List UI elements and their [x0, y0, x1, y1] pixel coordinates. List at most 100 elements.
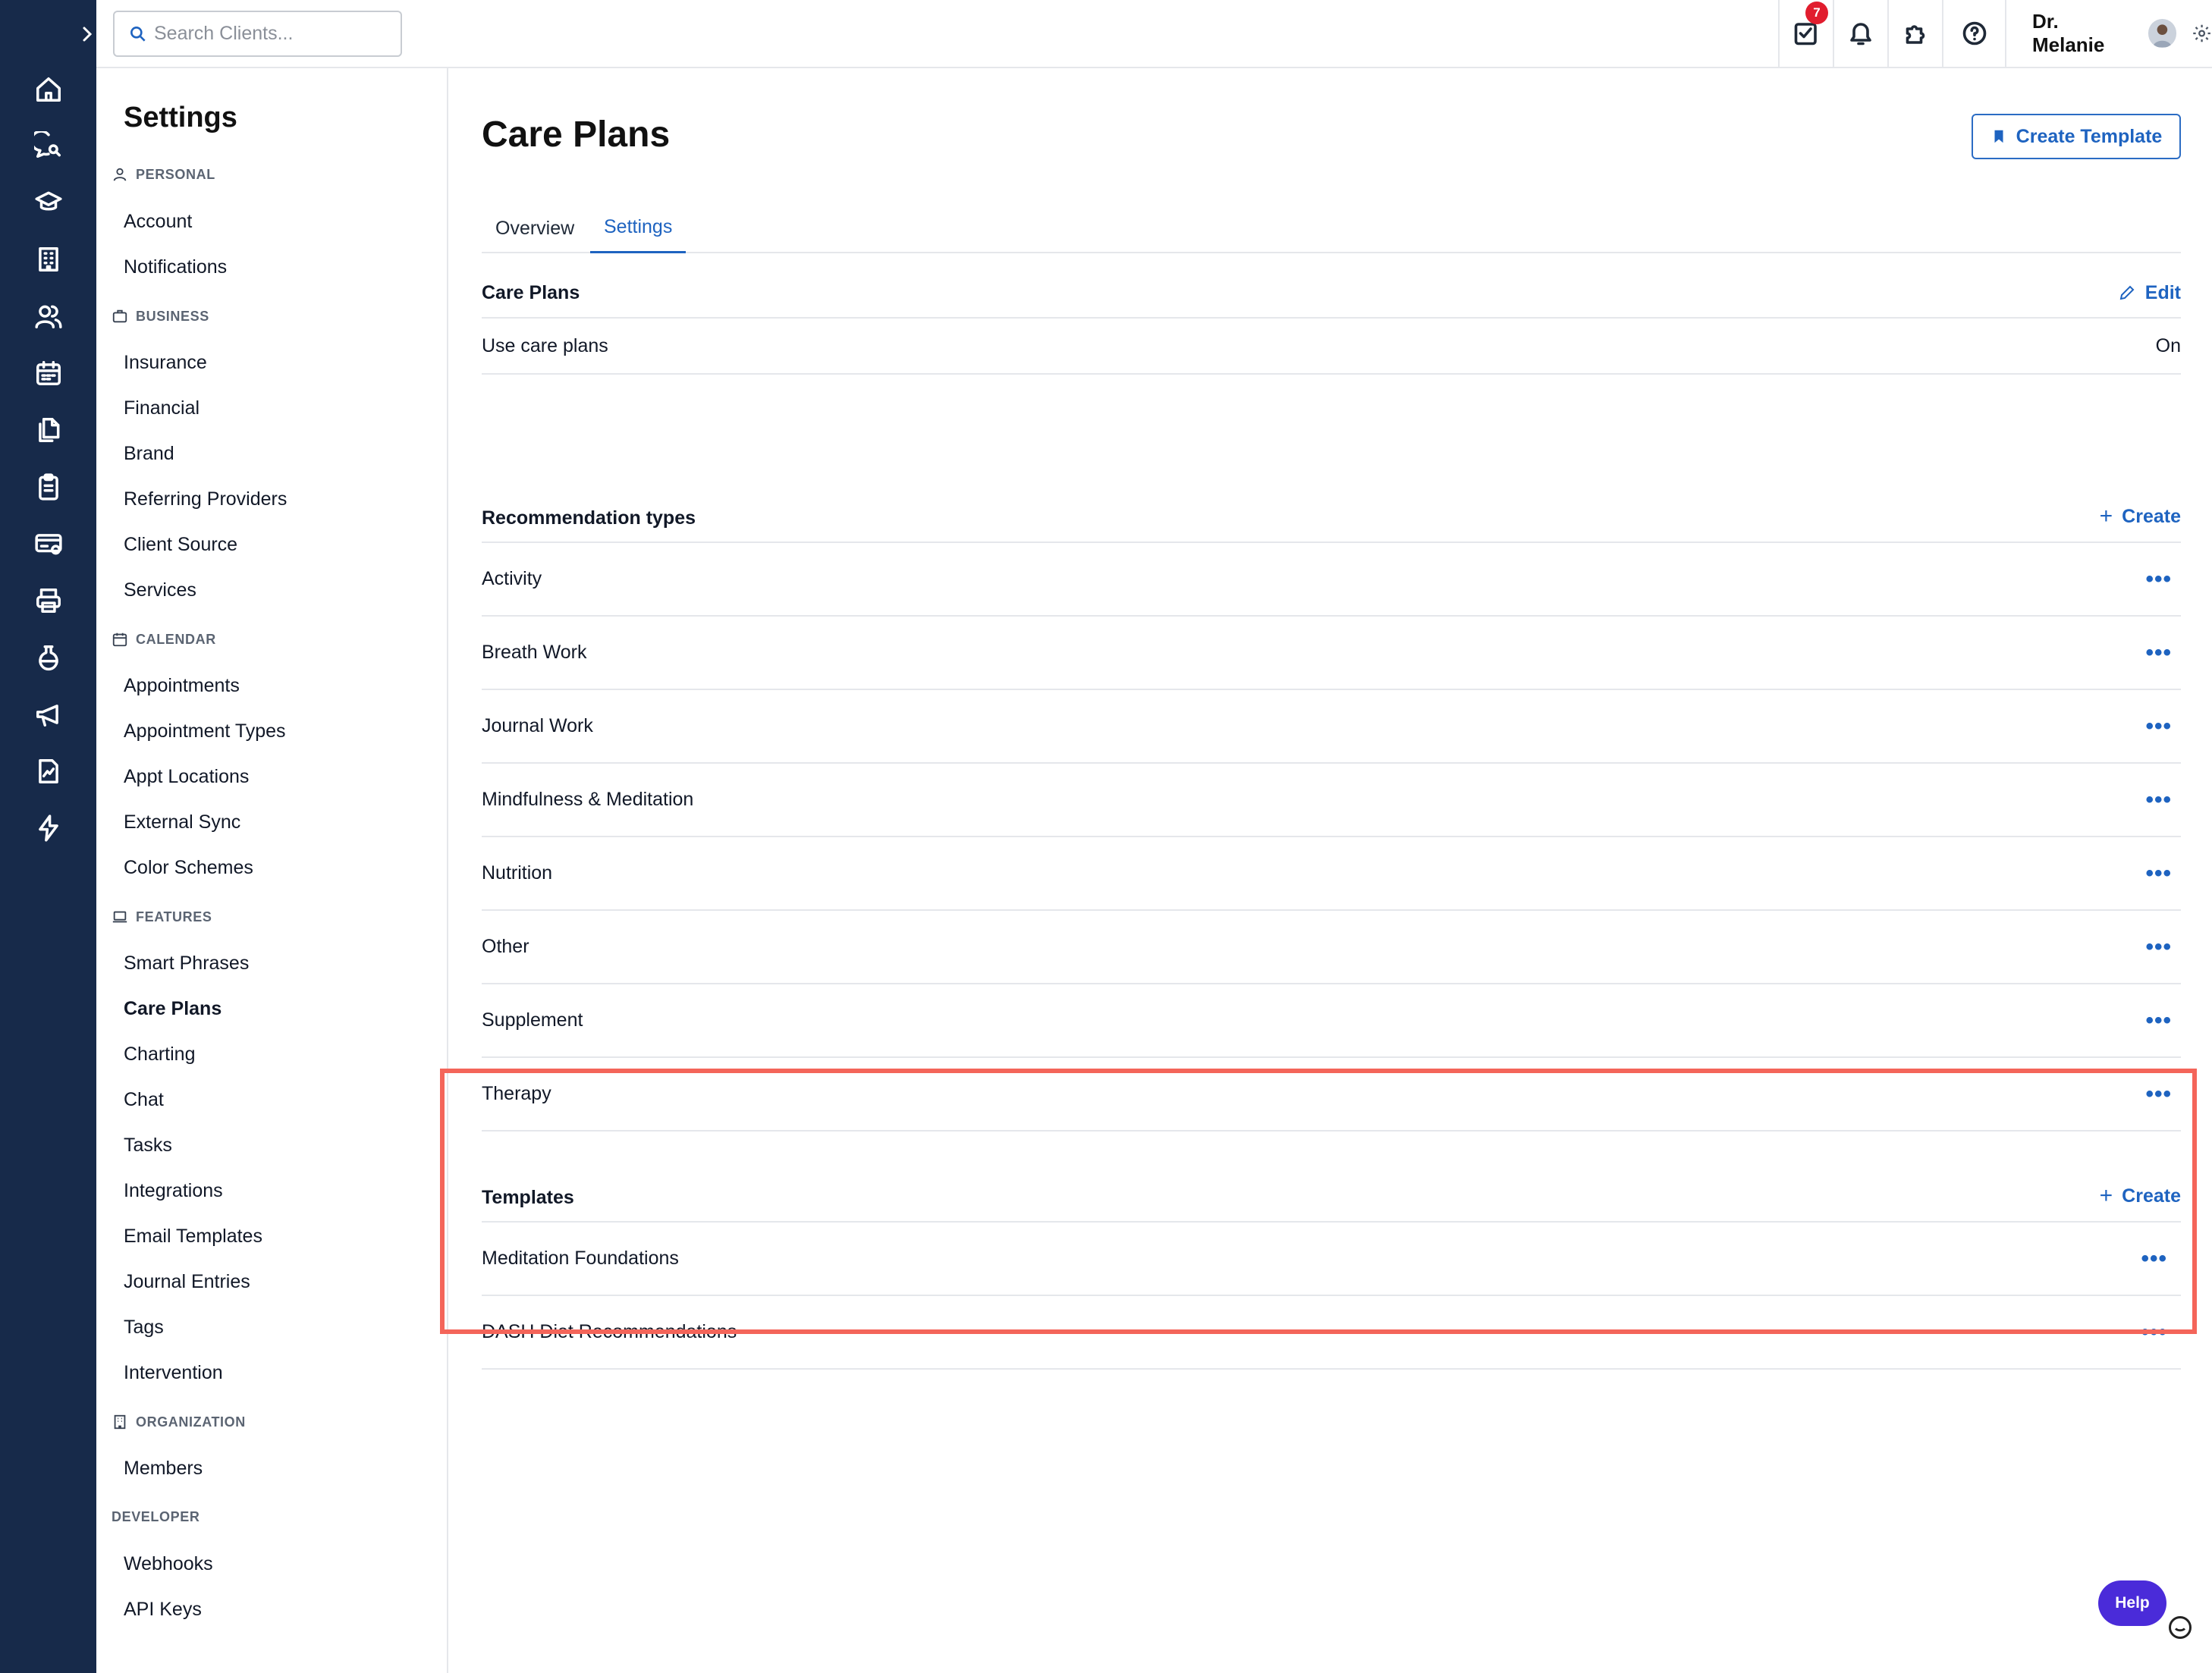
laptop-icon — [112, 911, 127, 923]
calendar-small-icon — [112, 632, 127, 647]
billing-icon[interactable] — [30, 526, 67, 562]
bookmark-icon — [1994, 130, 2003, 143]
question-circle-icon — [1962, 21, 1986, 46]
more-options-icon[interactable]: ••• — [2145, 934, 2172, 960]
create-template-button[interactable]: Create Template — [1972, 114, 2181, 159]
sidebar-item-api-keys[interactable]: API Keys — [124, 1599, 202, 1621]
chat-search-icon[interactable] — [30, 127, 67, 164]
sidebar-item-tasks[interactable]: Tasks — [124, 1135, 172, 1157]
page-title: Care Plans — [482, 115, 671, 155]
sidebar-item-financial[interactable]: Financial — [124, 397, 200, 419]
list-item[interactable]: Nutrition ••• — [482, 837, 2181, 911]
tasks-button[interactable]: 7 — [1778, 0, 1833, 67]
tab-settings[interactable]: Settings — [590, 203, 687, 253]
help-button[interactable]: Help — [2098, 1580, 2166, 1626]
sidebar-item-appointment-types[interactable]: Appointment Types — [124, 720, 286, 742]
sidebar-item-charting[interactable]: Charting — [124, 1044, 196, 1066]
edit-link[interactable]: Edit — [2118, 282, 2181, 304]
list-item[interactable]: Activity ••• — [482, 543, 2181, 617]
list-item[interactable]: Other ••• — [482, 911, 2181, 984]
lightning-icon[interactable] — [30, 810, 67, 846]
sidebar-item-insurance[interactable]: Insurance — [124, 352, 207, 374]
sidebar-item-tags[interactable]: Tags — [124, 1317, 164, 1339]
list-item[interactable]: Breath Work ••• — [482, 617, 2181, 690]
tasks-count-badge: 7 — [1805, 2, 1828, 24]
sidebar-item-intervention[interactable]: Intervention — [124, 1362, 223, 1384]
user-name: Dr. Melanie — [2032, 10, 2105, 56]
puzzle-icon — [1906, 25, 1925, 44]
more-options-icon[interactable]: ••• — [2145, 1008, 2172, 1034]
graduation-cap-icon[interactable] — [30, 184, 67, 221]
sidebar-item-external-sync[interactable]: External Sync — [124, 811, 240, 833]
sidebar-item-chat[interactable]: Chat — [124, 1089, 164, 1111]
sidebar-item-appt-locations[interactable]: Appt Locations — [124, 766, 249, 788]
settings-sidebar: Settings PERSONAL Account Notifications … — [96, 68, 448, 1673]
sidebar-item-notifications[interactable]: Notifications — [124, 256, 227, 278]
sidebar-item-webhooks[interactable]: Webhooks — [124, 1553, 213, 1575]
search-icon — [130, 27, 146, 42]
list-item[interactable]: Supplement ••• — [482, 984, 2181, 1058]
search-box[interactable] — [113, 11, 402, 57]
sidebar-item-email-templates[interactable]: Email Templates — [124, 1226, 262, 1248]
expand-rail-chevron-icon[interactable] — [79, 21, 96, 47]
building-icon[interactable] — [30, 241, 67, 278]
clipboard-icon[interactable] — [30, 469, 67, 505]
sidebar-item-account[interactable]: Account — [124, 211, 192, 233]
printer-icon[interactable] — [30, 582, 67, 619]
integrations-button[interactable] — [1887, 0, 1942, 67]
top-bar: 7 Dr. Melanie — [96, 0, 2212, 68]
sidebar-item-appointments[interactable]: Appointments — [124, 675, 240, 697]
create-recommendation-type-button[interactable]: + Create — [2100, 504, 2181, 529]
section-business: BUSINESS — [112, 308, 209, 325]
settings-title: Settings — [124, 102, 237, 133]
building-small-icon — [114, 1414, 126, 1430]
more-options-icon[interactable]: ••• — [2145, 567, 2172, 592]
section-developer: DEVELOPER — [112, 1509, 200, 1524]
use-care-plans-row: Use care plans On — [482, 319, 2181, 375]
calendar-icon[interactable] — [30, 355, 67, 391]
sidebar-item-services[interactable]: Services — [124, 579, 196, 601]
recommendation-types-heading: Recommendation types — [482, 507, 696, 529]
help-center-button[interactable] — [1942, 0, 2005, 67]
section-calendar: CALENDAR — [112, 631, 216, 648]
users-icon[interactable] — [30, 298, 67, 334]
sidebar-item-integrations[interactable]: Integrations — [124, 1180, 223, 1202]
report-icon[interactable] — [30, 753, 67, 789]
care-plans-heading: Care Plans — [482, 281, 580, 303]
home-icon[interactable] — [30, 71, 67, 108]
list-item[interactable]: Mindfulness & Meditation ••• — [482, 764, 2181, 837]
chat-bubble-icon[interactable] — [2166, 1614, 2194, 1641]
care-plans-section-header: Care Plans Edit — [482, 268, 2181, 319]
list-item[interactable]: Journal Work ••• — [482, 690, 2181, 764]
section-features: FEATURES — [112, 909, 212, 925]
templates-highlight-box — [440, 1069, 2197, 1334]
more-options-icon[interactable]: ••• — [2145, 787, 2172, 813]
section-organization: ORGANIZATION — [112, 1414, 246, 1430]
tab-bar: Overview Settings — [482, 203, 2181, 253]
sidebar-item-color-schemes[interactable]: Color Schemes — [124, 857, 253, 879]
sidebar-item-client-source[interactable]: Client Source — [124, 534, 237, 556]
sidebar-item-referring-providers[interactable]: Referring Providers — [124, 488, 287, 510]
tab-overview[interactable]: Overview — [495, 203, 574, 253]
gear-icon[interactable] — [2192, 23, 2212, 44]
sidebar-item-members[interactable]: Members — [124, 1458, 203, 1480]
more-options-icon[interactable]: ••• — [2145, 640, 2172, 666]
user-menu[interactable]: Dr. Melanie — [2005, 0, 2212, 67]
notifications-button[interactable] — [1833, 0, 1887, 67]
plus-icon: + — [2099, 504, 2113, 529]
recommendation-types-header: Recommendation types + Create — [482, 470, 2181, 543]
sidebar-item-journal-entries[interactable]: Journal Entries — [124, 1271, 250, 1293]
documents-icon[interactable] — [30, 412, 67, 448]
megaphone-icon[interactable] — [30, 696, 67, 733]
sidebar-item-brand[interactable]: Brand — [124, 443, 174, 465]
search-input[interactable] — [154, 23, 382, 45]
sidebar-item-care-plans[interactable]: Care Plans — [124, 998, 222, 1020]
briefcase-icon — [112, 309, 127, 323]
more-options-icon[interactable]: ••• — [2145, 861, 2172, 887]
sidebar-item-smart-phrases[interactable]: Smart Phrases — [124, 953, 249, 975]
use-care-plans-value: On — [2155, 334, 2181, 356]
more-options-icon[interactable]: ••• — [2145, 714, 2172, 739]
flask-icon[interactable] — [30, 639, 67, 676]
use-care-plans-label: Use care plans — [482, 334, 608, 356]
person-icon — [113, 168, 127, 181]
